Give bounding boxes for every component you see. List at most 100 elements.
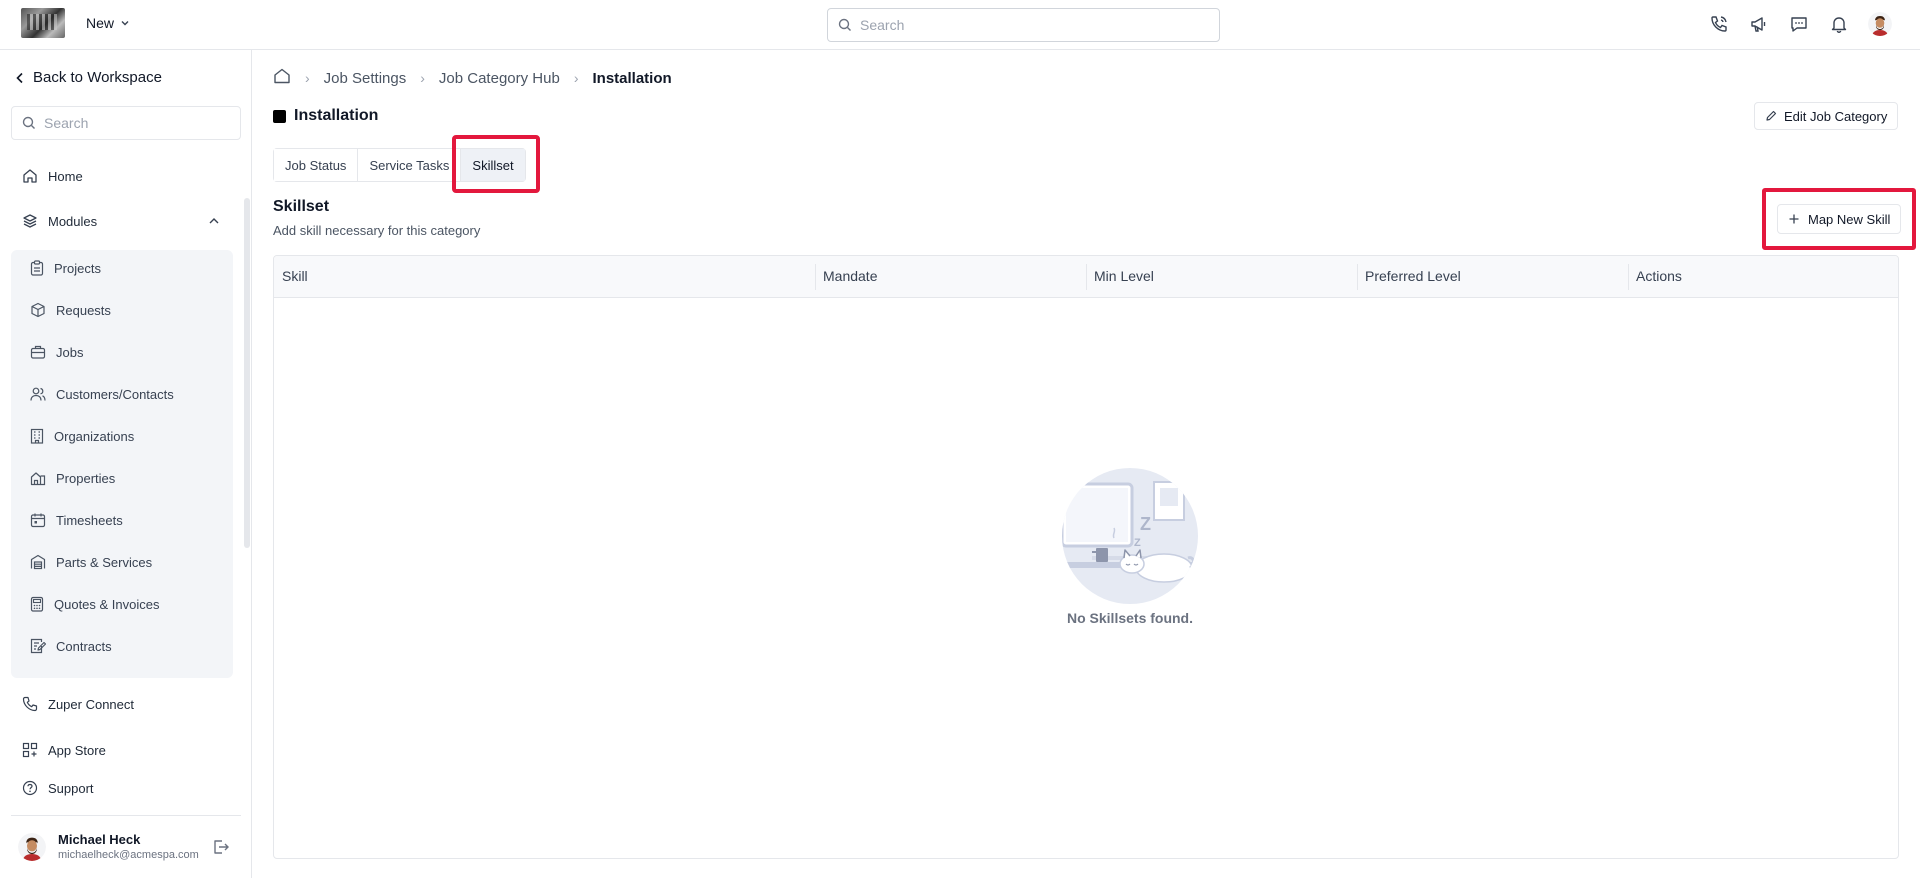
avatar <box>18 832 46 861</box>
sidebar-item-label: Quotes & Invoices <box>54 596 160 612</box>
sidebar-item-label: Projects <box>54 260 101 276</box>
pencil-icon <box>1766 110 1777 121</box>
new-menu-button[interactable]: New <box>86 15 130 31</box>
user-profile[interactable]: Michael Heck michaelheck@acmespa.com <box>18 832 199 861</box>
sidebar-item-parts-services[interactable]: Parts & Services <box>30 554 152 570</box>
svg-text:Z: Z <box>1134 537 1141 549</box>
column-divider <box>1628 264 1629 290</box>
sidebar-item-organizations[interactable]: Organizations <box>30 428 134 444</box>
sidebar-item-quotes-invoices[interactable]: Quotes & Invoices <box>30 596 160 612</box>
sidebar-item-support[interactable]: Support <box>22 780 94 796</box>
chevron-right-icon: › <box>420 70 425 86</box>
skillset-table: Skill Mandate Min Level Preferred Level … <box>273 255 1899 859</box>
users-icon <box>30 387 46 401</box>
bell-icon[interactable] <box>1828 13 1850 35</box>
chevron-up-icon <box>209 218 219 224</box>
column-divider <box>1086 264 1087 290</box>
category-color-swatch <box>273 109 286 123</box>
warehouse-icon <box>30 554 46 570</box>
phone-icon[interactable] <box>1708 13 1730 35</box>
section-title: Skillset <box>273 198 330 215</box>
sidebar-search[interactable] <box>11 106 241 140</box>
map-new-skill-button[interactable]: Map New Skill <box>1777 204 1902 234</box>
edit-job-category-button[interactable]: Edit Job Category <box>1754 102 1899 130</box>
contract-icon <box>30 638 46 654</box>
home-icon <box>23 169 37 183</box>
breadcrumb-job-category-hub[interactable]: Job Category Hub <box>439 70 560 87</box>
tab-skillset[interactable]: Skillset <box>461 149 525 181</box>
new-menu-label: New <box>86 15 115 31</box>
chat-icon[interactable] <box>1788 13 1810 35</box>
back-to-workspace-link[interactable]: Back to Workspace <box>15 69 162 86</box>
sidebar-item-zuper-connect[interactable]: Zuper Connect <box>22 696 134 712</box>
sidebar: Back to Workspace Home Modules Projects … <box>0 50 252 878</box>
sidebar-item-app-store[interactable]: App Store <box>22 742 106 758</box>
sidebar-item-label: Modules <box>48 213 98 229</box>
sidebar-item-projects[interactable]: Projects <box>30 260 101 276</box>
column-header-mandate: Mandate <box>823 268 878 284</box>
sidebar-item-label: Zuper Connect <box>48 696 134 712</box>
global-search-input[interactable] <box>860 17 1200 33</box>
megaphone-icon[interactable] <box>1748 13 1770 35</box>
section-subtitle: Add skill necessary for this category <box>273 223 481 238</box>
breadcrumb: › Job Settings › Job Category Hub › Inst… <box>273 67 672 89</box>
category-tabs: Job Status Service Tasks Skillset <box>273 148 526 182</box>
top-bar: New <box>0 0 1920 50</box>
chevron-left-icon <box>16 72 23 83</box>
breadcrumb-job-settings[interactable]: Job Settings <box>324 70 407 87</box>
chevron-right-icon: › <box>305 70 310 86</box>
column-divider <box>1357 264 1358 290</box>
user-email: michaelheck@acmespa.com <box>58 849 199 861</box>
apps-icon <box>22 742 38 758</box>
clipboard-icon <box>30 260 44 276</box>
column-divider <box>815 264 816 290</box>
sidebar-item-label: Parts & Services <box>56 554 153 570</box>
svg-text:Z: Z <box>1140 514 1151 534</box>
user-name: Michael Heck <box>58 832 141 847</box>
breadcrumb-installation: Installation <box>592 69 672 87</box>
sidebar-item-requests[interactable]: Requests <box>30 302 111 318</box>
home-icon[interactable] <box>273 67 291 89</box>
page-title: Installation <box>273 107 378 125</box>
sidebar-item-label: Requests <box>56 302 111 318</box>
sidebar-item-label: Support <box>48 780 94 796</box>
sidebar-item-timesheets[interactable]: Timesheets <box>30 512 123 528</box>
property-icon <box>30 472 46 486</box>
briefcase-icon <box>30 345 46 359</box>
sidebar-item-contracts[interactable]: Contracts <box>30 638 112 654</box>
search-icon <box>22 116 35 129</box>
page-title-text: Installation <box>294 107 379 124</box>
search-icon <box>838 18 851 31</box>
table-header: Skill Mandate Min Level Preferred Level … <box>274 256 1898 298</box>
sidebar-item-label: Timesheets <box>56 512 123 528</box>
calculator-icon <box>30 596 44 612</box>
sidebar-item-label: Properties <box>56 470 116 486</box>
global-search[interactable] <box>827 8 1220 42</box>
tab-job-status[interactable]: Job Status <box>274 149 359 181</box>
company-logo[interactable] <box>21 8 65 38</box>
sidebar-item-properties[interactable]: Properties <box>30 470 115 486</box>
sidebar-scrollbar[interactable] <box>244 198 250 548</box>
layers-icon <box>23 214 37 228</box>
edit-job-category-label: Edit Job Category <box>1784 108 1888 124</box>
phone-icon <box>22 696 38 712</box>
sidebar-item-label: App Store <box>48 742 106 758</box>
sidebar-item-home[interactable]: Home <box>22 168 83 184</box>
sidebar-item-label: Home <box>48 168 83 184</box>
empty-state: Z Z No Skillsets found. <box>1020 468 1240 626</box>
user-avatar[interactable] <box>1868 12 1892 36</box>
map-new-skill-label: Map New Skill <box>1808 211 1891 227</box>
logout-icon[interactable] <box>212 838 230 859</box>
sleeping-cat-illustration: Z Z <box>1062 468 1198 604</box>
column-header-min-level: Min Level <box>1094 268 1154 284</box>
box-icon <box>31 302 45 318</box>
chevron-right-icon: › <box>573 70 579 86</box>
sidebar-item-jobs[interactable]: Jobs <box>30 344 83 360</box>
sidebar-search-input[interactable] <box>44 115 234 131</box>
sidebar-item-customers-contacts[interactable]: Customers/Contacts <box>30 386 174 402</box>
sidebar-item-modules[interactable]: Modules <box>22 213 222 229</box>
empty-state-text: No Skillsets found. <box>1066 610 1193 626</box>
sidebar-item-label: Jobs <box>56 344 84 360</box>
tab-service-tasks[interactable]: Service Tasks <box>358 149 462 181</box>
sidebar-item-label: Organizations <box>54 428 135 444</box>
